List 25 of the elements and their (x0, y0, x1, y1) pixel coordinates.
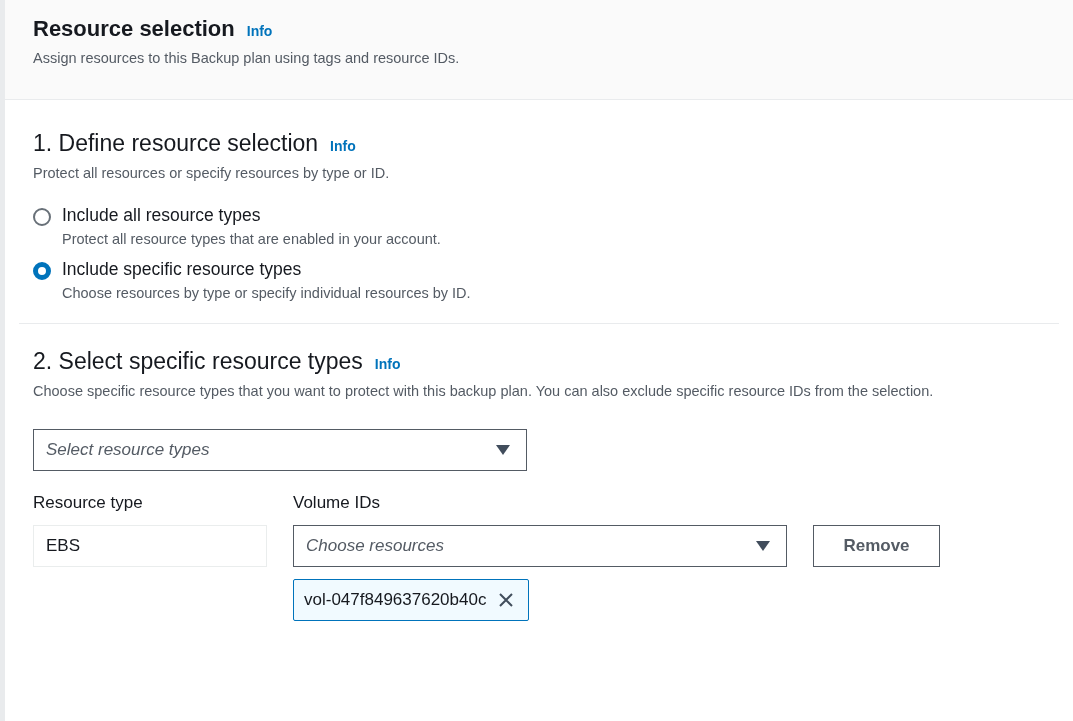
resources-select[interactable]: Choose resources (293, 525, 787, 567)
radio-button[interactable] (33, 262, 51, 280)
token-label: vol-047f849637620b40c (304, 590, 487, 610)
info-link[interactable]: Info (330, 138, 356, 154)
radio-label[interactable]: Include all resource types (62, 205, 441, 226)
remove-button[interactable]: Remove (813, 525, 940, 567)
resource-type-select[interactable]: Select resource types (33, 429, 527, 471)
radio-description: Protect all resource types that are enabled in your account. (62, 231, 441, 247)
field-label: Resource type (33, 493, 144, 513)
step-title: 1. Define resource selection (33, 130, 319, 157)
field-label: Volume IDs (293, 493, 381, 513)
info-link[interactable]: Info (246, 23, 273, 39)
section-description: Assign resources to this Backup plan using tags and resource IDs. (33, 50, 461, 66)
close-icon[interactable] (498, 592, 515, 608)
resource-type-field: EBS (33, 525, 267, 567)
info-link[interactable]: Info (374, 356, 401, 372)
radio-button[interactable] (33, 208, 51, 226)
step-description: Choose specific resource types that you want to protect with this backup plan. You can also exclude specific resource IDs from the selection. (33, 383, 935, 399)
step-description: Protect all resources or specify resources by type or ID. (33, 165, 391, 181)
caret-icon (756, 541, 770, 551)
caret-icon (496, 445, 510, 455)
section-title: Resource selection (33, 16, 235, 42)
radio-label[interactable]: Include specific resource types (62, 259, 471, 280)
step-title: 2. Select specific resource types (33, 348, 363, 375)
radio-description: Choose resources by type or specify individual resources by ID. (62, 285, 471, 301)
